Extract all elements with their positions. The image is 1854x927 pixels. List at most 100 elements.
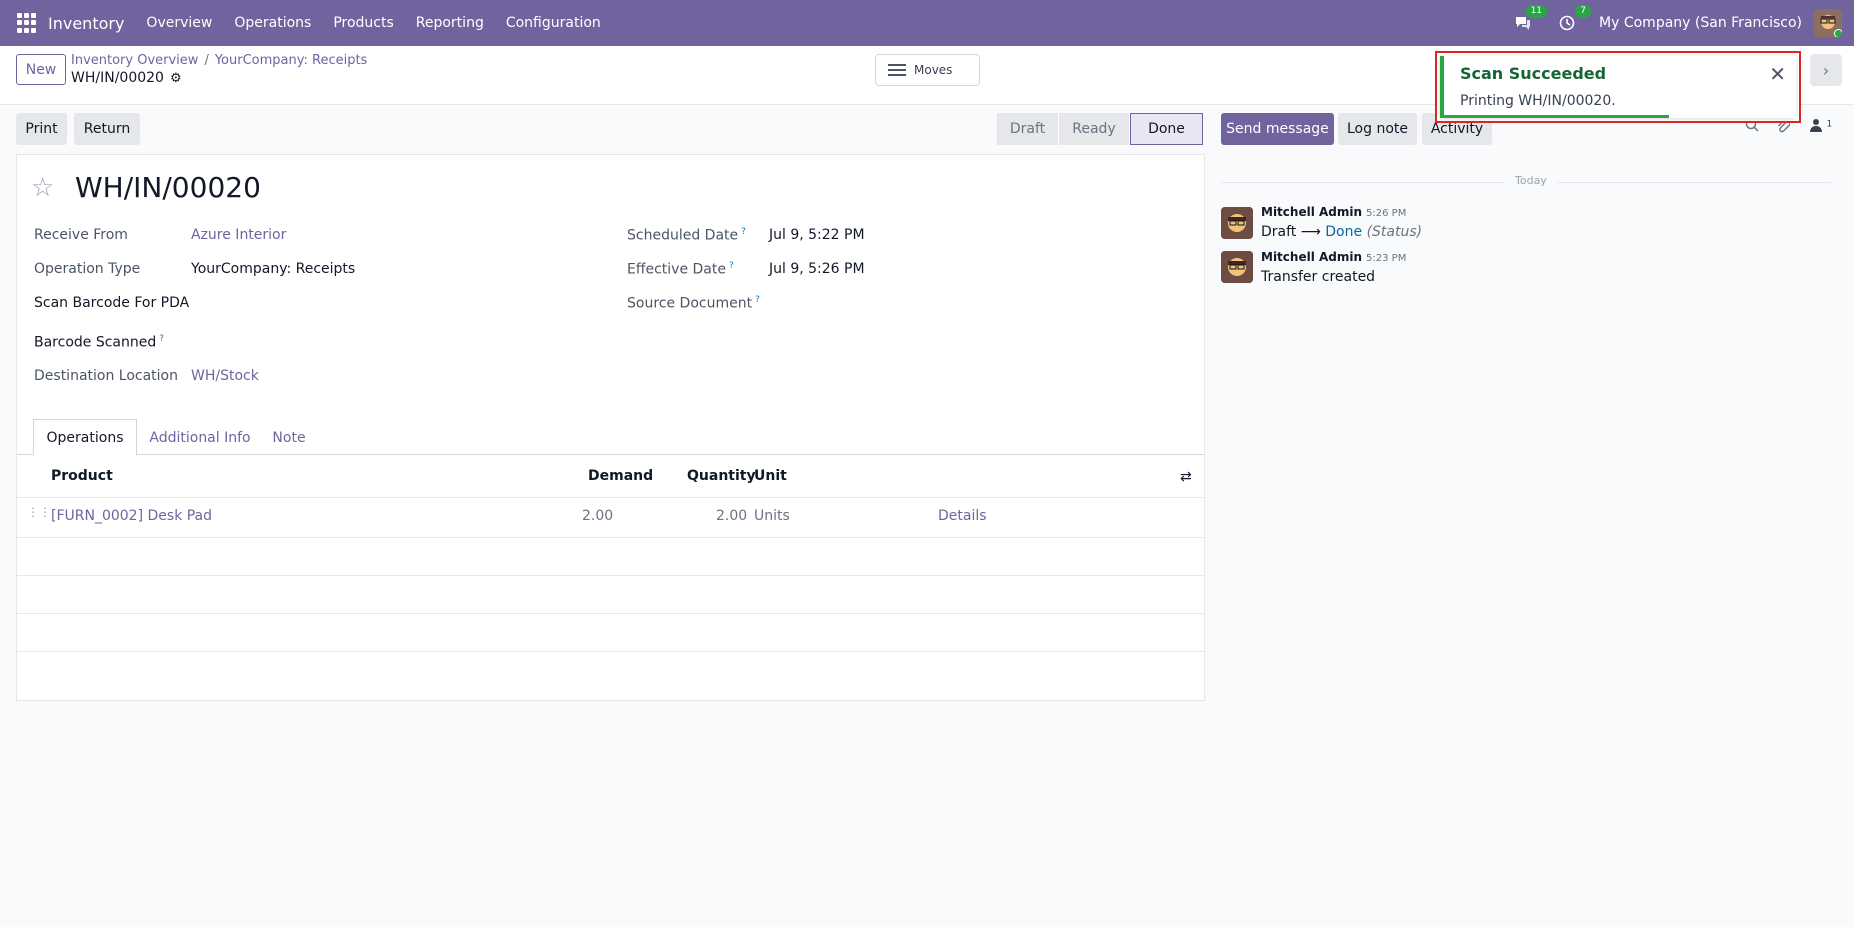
apps-grid-icon[interactable] [17,13,37,33]
tab-note[interactable]: Note [263,419,315,456]
activities-badge: 7 [1575,5,1592,18]
return-button[interactable]: Return [74,113,140,145]
row-divider [17,613,1204,614]
col-header-demand[interactable]: Demand [588,468,653,484]
online-status-dot [1834,29,1842,37]
barcode-scanned-text: Barcode Scanned [34,334,157,351]
author-avatar[interactable] [1221,251,1253,283]
row-quantity[interactable]: 2.00 [716,508,747,524]
send-message-button[interactable]: Send message [1221,113,1334,145]
destination-field[interactable]: WH/Stock [191,368,259,384]
message-author: Mitchell Admin 5:23 PM [1261,250,1406,264]
barcode-scanned-label: Barcode Scanned? [34,334,164,351]
drag-handle-icon[interactable]: ⋮⋮ [27,506,51,518]
help-tooltip-icon[interactable]: ? [741,227,746,237]
help-tooltip-icon[interactable]: ? [729,261,734,271]
new-button[interactable]: New [16,54,66,85]
chevron-right-icon[interactable]: › [1810,54,1842,86]
date-separator-label: Today [1505,174,1557,187]
effective-date-field: Jul 9, 5:26 PM [769,261,865,277]
messages-icon[interactable]: 11 [1511,5,1548,35]
author-name[interactable]: Mitchell Admin [1261,250,1362,264]
author-name[interactable]: Mitchell Admin [1261,205,1362,219]
help-tooltip-icon[interactable]: ? [755,295,760,305]
source-document-label: Source Document? [627,295,760,312]
col-header-product[interactable]: Product [51,468,113,484]
menu-overview[interactable]: Overview [146,15,212,31]
notification-toast: Scan Succeeded Printing WH/IN/00020. ✕ [1435,51,1801,123]
arrow-right-icon: ⟶ [1300,224,1321,240]
row-details-button[interactable]: Details [938,508,987,524]
col-header-quantity[interactable]: Quantity [687,468,756,484]
tracking-new-value: Done [1325,224,1363,240]
breadcrumb-receipts[interactable]: YourCompany: Receipts [215,53,368,68]
destination-label: Destination Location [34,368,178,384]
message-body: Draft ⟶ Done (Status) [1261,224,1422,240]
tracking-old-value: Draft [1261,224,1297,240]
activities-clock-icon[interactable]: 7 [1555,5,1592,35]
row-divider [17,537,1204,538]
notebook-tabs: Operations Additional Info Note [17,419,1204,456]
row-product[interactable]: [FURN_0002] Desk Pad [51,508,212,524]
help-tooltip-icon[interactable]: ? [159,334,164,344]
message-author: Mitchell Admin 5:26 PM [1261,205,1406,219]
row-demand[interactable]: 2.00 [582,508,613,524]
moves-label: Moves [914,63,953,77]
breadcrumb-separator: / [204,53,209,68]
gear-icon[interactable]: ⚙ [170,71,182,86]
followers-icon[interactable]: 1 [1810,118,1832,136]
moves-smart-button[interactable]: Moves [875,54,980,86]
operation-type-field[interactable]: YourCompany: Receipts [191,261,355,277]
effective-date-text: Effective Date [627,261,726,278]
print-button[interactable]: Print [16,113,67,145]
tab-additional-info[interactable]: Additional Info [145,419,255,456]
tab-operations[interactable]: Operations [33,419,137,456]
current-record-name: WH/IN/00020 ⚙ [71,70,182,86]
effective-date-label: Effective Date? [627,261,734,278]
toast-content: Scan Succeeded Printing WH/IN/00020. ✕ [1440,56,1796,118]
author-avatar[interactable] [1221,207,1253,239]
log-note-button[interactable]: Log note [1338,113,1417,145]
menu-reporting[interactable]: Reporting [416,15,484,31]
message-time: 5:26 PM [1366,208,1407,219]
breadcrumb: Inventory Overview / YourCompany: Receipts [71,53,367,68]
user-avatar[interactable] [1814,9,1842,37]
close-icon[interactable]: ✕ [1769,62,1786,86]
messages-badge: 11 [1525,5,1548,18]
source-document-text: Source Document [627,295,753,312]
row-unit[interactable]: Units [754,508,790,524]
receive-from-field[interactable]: Azure Interior [191,227,286,243]
operation-type-label: Operation Type [34,261,141,277]
breadcrumb-inventory-overview[interactable]: Inventory Overview [71,53,198,68]
receive-from-label: Receive From [34,227,128,243]
scheduled-date-label: Scheduled Date? [627,227,746,244]
record-name-label: WH/IN/00020 [71,70,164,86]
stage-draft[interactable]: Draft [997,113,1059,145]
row-divider [17,651,1204,652]
menu-products[interactable]: Products [333,15,393,31]
top-navbar: Inventory Overview Operations Products R… [0,0,1854,46]
message-time: 5:23 PM [1366,253,1407,264]
record-title: WH/IN/00020 [75,171,261,204]
menu-configuration[interactable]: Configuration [506,15,601,31]
star-icon[interactable]: ☆ [31,173,54,203]
row-divider [17,497,1204,498]
app-name[interactable]: Inventory [48,14,124,33]
stage-done[interactable]: Done [1130,113,1203,145]
followers-count: 1 [1826,119,1833,130]
toast-progress-bar [1444,115,1669,118]
message-body: Transfer created [1261,269,1376,285]
scheduled-date-field[interactable]: Jul 9, 5:22 PM [769,227,865,243]
company-switcher[interactable]: My Company (San Francisco) [1599,15,1802,31]
list-icon [888,61,906,79]
toast-title: Scan Succeeded [1460,64,1607,83]
menu-operations[interactable]: Operations [234,15,311,31]
toast-message: Printing WH/IN/00020. [1460,93,1616,109]
optional-columns-icon[interactable]: ⇄ [1180,469,1192,485]
col-header-unit[interactable]: Unit [754,468,787,484]
form-sheet: ☆ WH/IN/00020 Receive From Azure Interio… [16,154,1205,701]
tracking-field-name: (Status) [1366,224,1423,240]
stage-ready[interactable]: Ready [1059,113,1130,145]
scheduled-date-text: Scheduled Date [627,227,739,244]
scan-barcode-label: Scan Barcode For PDA [34,295,190,311]
